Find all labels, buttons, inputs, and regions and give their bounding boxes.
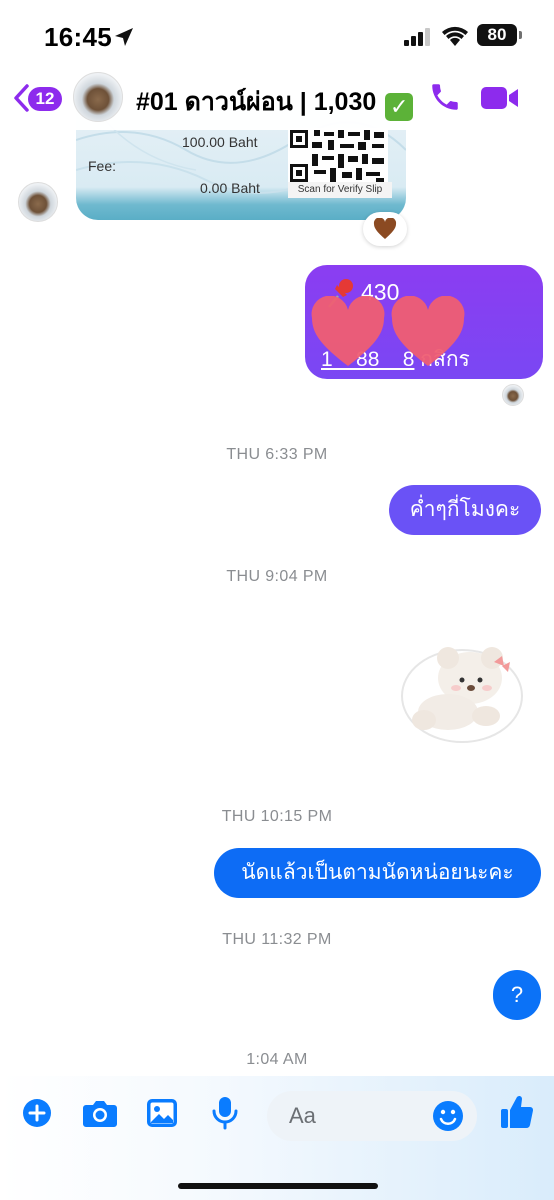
message-reaction[interactable] [363, 212, 407, 246]
image-icon[interactable] [146, 1098, 178, 1128]
battery-cap [519, 31, 522, 39]
bear-sticker-image[interactable] [398, 636, 524, 748]
message-composer [0, 1076, 554, 1200]
outgoing-message[interactable]: นัดแล้วเป็นตามนัดหน่อยนะคะ [214, 848, 541, 898]
phone-call-icon[interactable] [428, 80, 462, 114]
conversation-title-text: #01 ดาวน์ผ่อน | 1,030 [136, 88, 377, 116]
home-indicator [178, 1183, 378, 1189]
heart-sticker-icon [391, 296, 465, 366]
outgoing-message[interactable]: ค่ำๆกี่โมงคะ [389, 485, 541, 535]
video-call-icon[interactable] [480, 84, 520, 112]
thumbs-up-icon[interactable] [500, 1094, 534, 1130]
conversation-header: 12 #01 ดาวน์ผ่อน | 1,030 ✓ [0, 66, 554, 130]
contact-avatar[interactable] [73, 72, 123, 122]
camera-icon[interactable] [82, 1098, 118, 1128]
cellular-signal-icon [404, 28, 430, 46]
timestamp: THU 10:15 PM [221, 808, 333, 825]
timestamp: THU 6:33 PM [226, 446, 328, 463]
sender-avatar[interactable] [18, 182, 58, 222]
microphone-icon[interactable] [212, 1096, 238, 1130]
timestamp: THU 11:32 PM [222, 931, 332, 948]
emoji-icon[interactable] [432, 1100, 464, 1132]
unread-count-badge[interactable]: 12 [28, 87, 62, 111]
conversation-title[interactable]: #01 ดาวน์ผ่อน | 1,030 ✓ [136, 82, 414, 122]
slip-fee-value: 0.00 Baht [200, 180, 260, 196]
location-arrow-icon [115, 28, 133, 46]
timestamp: 1:04 AM [246, 1051, 308, 1068]
check-mark-icon: ✓ [385, 93, 414, 121]
wifi-icon [442, 26, 468, 46]
heart-sticker-icon [311, 296, 385, 366]
timestamp: THU 9:04 PM [226, 568, 328, 585]
slip-fee-label: Fee: [88, 158, 117, 174]
plus-icon[interactable] [22, 1098, 52, 1128]
seen-avatar [502, 384, 524, 406]
qr-caption: Scan for Verify Slip [288, 182, 392, 198]
battery-indicator: 80 [477, 24, 517, 46]
qr-code-icon [288, 128, 388, 186]
status-time: 16:45 [44, 22, 112, 52]
slip-amount: 100.00 Baht [182, 134, 258, 150]
brown-heart-icon [373, 217, 397, 239]
status-bar: 16:45 80 [0, 0, 554, 66]
outgoing-message[interactable]: ? [493, 970, 541, 1020]
